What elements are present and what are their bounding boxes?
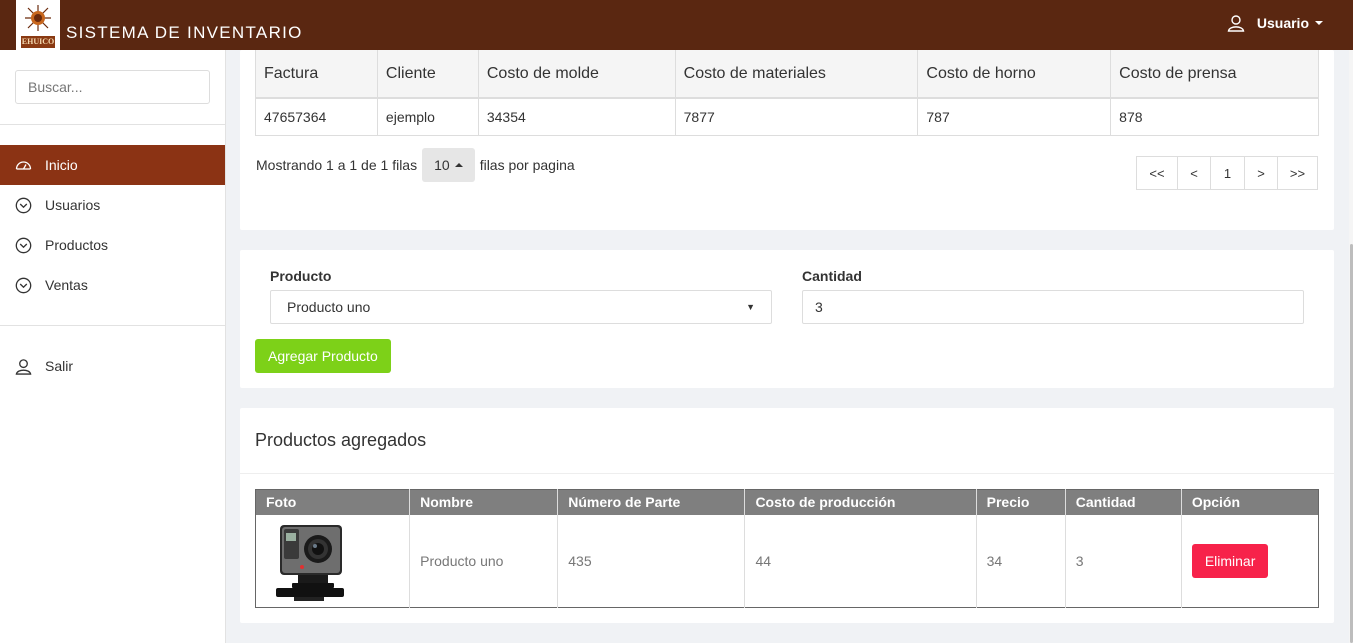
table-header-row: Foto Nombre Número de Parte Costo de pro…: [255, 489, 1319, 515]
caret-up-icon: [454, 163, 463, 167]
sidebar-item-usuarios[interactable]: Usuarios: [0, 185, 225, 225]
per-page-text: filas por pagina: [479, 157, 575, 173]
page-size-value: 10: [434, 157, 450, 173]
table-header-row: Factura Cliente Costo de molde Costo de …: [255, 50, 1319, 99]
product-label: Producto: [270, 268, 332, 284]
sidebar-item-label: Productos: [45, 237, 109, 253]
column-header: Costo de producción: [744, 489, 977, 515]
search-input[interactable]: [15, 70, 210, 104]
logo[interactable]: EHUICO: [16, 0, 60, 50]
dashboard-icon: [15, 160, 32, 170]
table-cell: 3: [1064, 514, 1182, 608]
sidebar-item-label: Salir: [45, 358, 74, 374]
panel-divider: [240, 473, 1334, 474]
page-1-button[interactable]: 1: [1210, 156, 1245, 190]
panel-title: Productos agregados: [255, 430, 427, 450]
table-cell: 47657364: [264, 108, 327, 125]
sidebar-item-label: Usuarios: [45, 197, 101, 213]
table-row: Producto uno 435 44 34 3 Eliminar: [256, 514, 1319, 608]
chevron-circle-down-icon: [15, 277, 32, 293]
table-cell: 34: [975, 514, 1066, 608]
added-products-table: Foto Nombre Número de Parte Costo de pro…: [255, 489, 1319, 608]
add-product-form: Producto Producto uno ▼ Cantidad Agregar…: [240, 250, 1334, 388]
column-header: Cantidad: [1064, 489, 1182, 515]
column-header[interactable]: Costo de materiales: [674, 50, 918, 99]
last-page-button[interactable]: >>: [1277, 156, 1318, 190]
column-header: Opción: [1180, 489, 1319, 515]
sidebar-item-productos[interactable]: Productos: [0, 225, 225, 265]
column-header: Número de Parte: [557, 489, 745, 515]
sidebar-divider: [0, 124, 225, 125]
top-navbar: EHUICO SISTEMA DE INVENTARIO Usuario: [0, 0, 1353, 50]
column-header: Foto: [255, 489, 410, 515]
app-title: SISTEMA DE INVENTARIO: [66, 23, 303, 42]
table-cell: [256, 515, 410, 608]
delete-button[interactable]: Eliminar: [1191, 543, 1269, 578]
sidebar-item-ventas[interactable]: Ventas: [0, 265, 225, 305]
first-page-button[interactable]: <<: [1136, 156, 1178, 190]
product-select-value: Producto uno: [287, 299, 371, 315]
table-cell: 7877: [674, 98, 918, 135]
sidebar: Inicio Usuarios Productos Ventas Salir: [0, 50, 226, 643]
sidebar-item-salir[interactable]: Salir: [0, 346, 225, 386]
table-cell: 44: [744, 514, 977, 608]
logo-sun-icon: [25, 5, 51, 31]
invoice-panel: Factura Cliente Costo de molde Costo de …: [240, 50, 1334, 230]
product-select[interactable]: Producto uno ▼: [270, 290, 772, 324]
table-row[interactable]: 47657364 ejemplo 34354 7877 787 878: [256, 98, 1319, 135]
dropdown-arrow-icon: ▼: [746, 302, 755, 312]
quantity-label: Cantidad: [802, 268, 862, 284]
user-menu[interactable]: Usuario: [1227, 14, 1323, 32]
user-menu-label: Usuario: [1256, 15, 1309, 31]
sidebar-item-label: Inicio: [45, 157, 78, 173]
sidebar-item-inicio[interactable]: Inicio: [0, 145, 225, 185]
column-header[interactable]: Costo de molde: [477, 50, 676, 99]
table-cell: ejemplo: [376, 98, 479, 135]
quantity-input[interactable]: [802, 290, 1304, 324]
column-header: Nombre: [409, 489, 558, 515]
table-cell: Eliminar: [1180, 514, 1319, 608]
caret-down-icon: [1315, 21, 1323, 25]
user-icon: [15, 358, 32, 375]
table-cell: 34354: [477, 98, 676, 135]
column-header: Precio: [975, 489, 1066, 515]
product-photo: [276, 524, 344, 601]
sidebar-divider: [0, 325, 225, 326]
added-products-panel: Productos agregados Foto Nombre Número d…: [240, 408, 1334, 623]
table-cell: Producto uno: [409, 514, 558, 608]
chevron-circle-down-icon: [15, 197, 32, 213]
user-icon: [1227, 15, 1245, 32]
page-size-dropdown[interactable]: 10: [422, 148, 475, 182]
prev-page-button[interactable]: <: [1177, 156, 1211, 190]
invoice-table: Factura Cliente Costo de molde Costo de …: [255, 50, 1319, 136]
table-cell: 787: [917, 98, 1111, 135]
column-header[interactable]: Cliente: [376, 50, 479, 99]
table-cell: 878: [1110, 98, 1319, 135]
logo-text: EHUICO: [21, 36, 55, 48]
chevron-circle-down-icon: [15, 237, 32, 253]
column-header[interactable]: Factura: [255, 50, 378, 99]
table-cell: 435: [557, 514, 745, 608]
add-product-button[interactable]: Agregar Producto: [255, 339, 391, 373]
column-header[interactable]: Costo de horno: [917, 50, 1111, 99]
column-header[interactable]: Costo de prensa: [1110, 50, 1319, 99]
pagination: << < 1 > >>: [1136, 156, 1318, 190]
sidebar-item-label: Ventas: [45, 277, 88, 293]
pagination-info: Mostrando 1 a 1 de 1 filas 10 filas por …: [256, 148, 575, 182]
pagination-showing-text: Mostrando 1 a 1 de 1 filas: [256, 157, 418, 173]
next-page-button[interactable]: >: [1244, 156, 1278, 190]
